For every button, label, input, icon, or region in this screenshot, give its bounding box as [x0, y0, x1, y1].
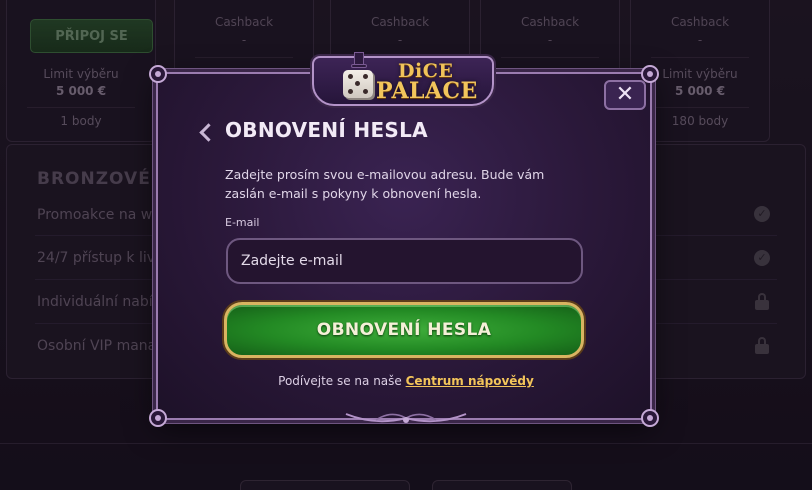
help-prefix: Podívejte se na naše — [278, 374, 402, 388]
corner-ornament — [149, 409, 167, 427]
email-label: E-mail — [225, 216, 260, 229]
email-input[interactable] — [226, 238, 583, 284]
dice-palace-logo: DiCE PALACE — [312, 52, 494, 106]
modal-description: Zadejte prosím svou e-mailovou adresu. B… — [225, 167, 545, 201]
help-text: Podívejte se na naše Centrum nápovědy — [0, 374, 812, 388]
top-hat-icon — [351, 52, 367, 70]
close-button[interactable]: ✕ — [604, 80, 646, 110]
corner-ornament — [149, 65, 167, 83]
close-icon: ✕ — [615, 82, 635, 107]
modal-title: OBNOVENÍ HESLA — [225, 118, 428, 142]
logo-text-bottom: PALACE — [376, 78, 478, 104]
corner-ornament — [641, 409, 659, 427]
back-arrow-icon[interactable] — [198, 124, 212, 140]
bottom-ornament — [345, 413, 467, 423]
dice-icon — [343, 70, 373, 98]
help-center-link[interactable]: Centrum nápovědy — [406, 374, 534, 388]
reset-password-button[interactable]: OBNOVENÍ HESLA — [224, 302, 584, 358]
